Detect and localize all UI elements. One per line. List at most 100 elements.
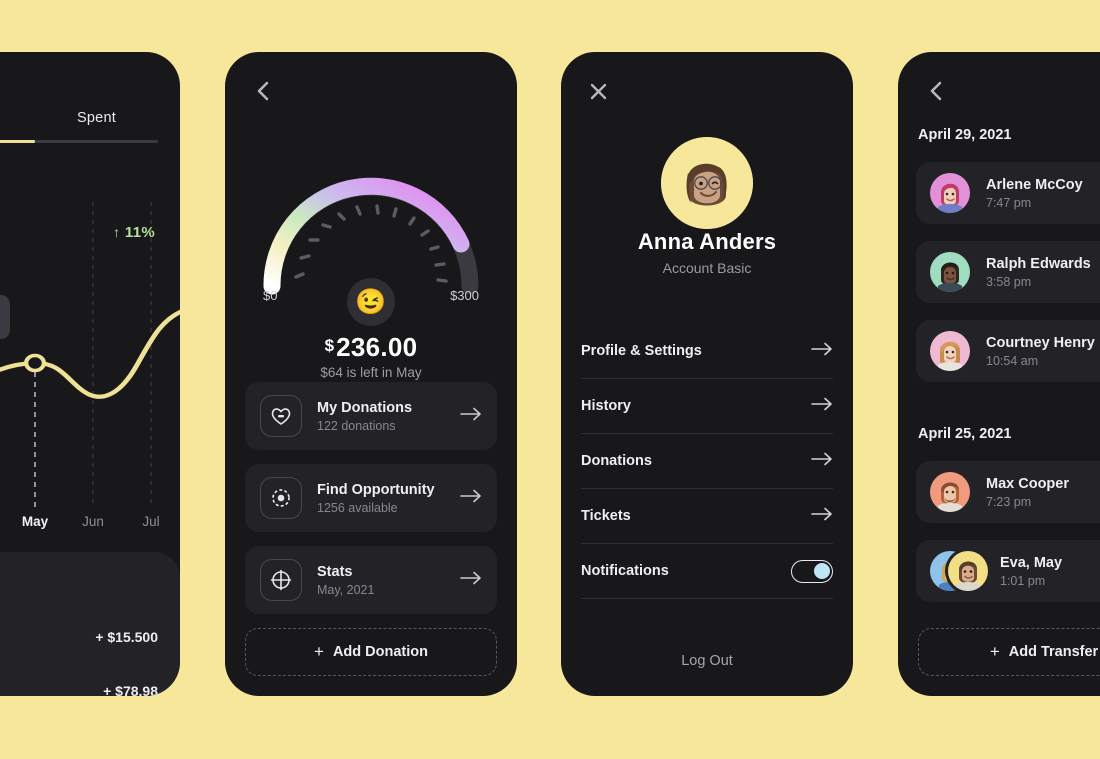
menu-item-profile-settings[interactable]: Profile & Settings (581, 324, 833, 379)
contact-time: 7:47 pm (986, 195, 1032, 210)
arrow-right-icon[interactable] (460, 489, 482, 508)
list-item[interactable]: Eva, May 1:01 pm (916, 540, 1100, 602)
chart-gridlines (92, 202, 152, 507)
chart-data-point-may (24, 353, 46, 373)
arrow-right-icon[interactable] (811, 342, 833, 361)
menu-item-history[interactable]: History (581, 379, 833, 434)
arrow-right-icon[interactable] (811, 397, 833, 416)
avatar-group (930, 551, 988, 591)
list-item-text: Courtney Henry 10:54 am (986, 335, 1095, 368)
page-title: Anna Anders (637, 229, 777, 254)
transaction-amount: + $15.500 (95, 628, 158, 645)
phone-screen-budget: 😉 $0 $300 $236.00 $64 is left in May My … (225, 52, 517, 696)
list-item-subtitle: 122 donations (317, 418, 396, 433)
list-item-title: Stats (317, 563, 353, 580)
contact-avatar-primary (948, 551, 988, 591)
list-item-subtitle: May, 2021 (317, 582, 375, 597)
table-row[interactable]: Cashback 9:04 am + $78.98 (0, 674, 158, 697)
gauge-ticks (294, 204, 448, 283)
tab-indicator-track (0, 140, 158, 143)
radar-icon (260, 477, 302, 519)
contact-name: Max Cooper (986, 475, 1069, 492)
tab-spent[interactable]: Spent (35, 110, 158, 126)
plus-icon: + (989, 642, 1000, 661)
contact-avatar (930, 252, 970, 292)
logout-button[interactable]: Log Out (561, 653, 853, 669)
avatar (930, 331, 970, 371)
contact-name: Courtney Henry (986, 334, 1095, 351)
menu-item-label: Notifications (581, 563, 669, 579)
earnings-line-chart (0, 202, 180, 532)
back-button[interactable] (918, 74, 952, 108)
contact-name: Arlene McCoy (986, 176, 1083, 193)
menu-item-notifications[interactable]: Notifications (581, 544, 833, 599)
heart-icon (260, 395, 302, 437)
contact-avatar (930, 331, 970, 371)
add-donation-button[interactable]: + Add Donation (245, 628, 497, 676)
screenshot-canvas: Earned Spent ↑ 11% (0, 0, 1100, 759)
list-item-text: Find Opportunity 1256 available (317, 482, 460, 515)
chevron-left-icon (930, 81, 941, 101)
month-may[interactable]: May (6, 514, 64, 529)
arrow-right-icon[interactable] (460, 571, 482, 590)
gauge-range-labels: $0 $300 (263, 288, 479, 303)
arrow-right-icon[interactable] (811, 507, 833, 526)
menu-item-tickets[interactable]: Tickets (581, 489, 833, 544)
contact-time: 3:58 pm (986, 274, 1032, 289)
gauge-min-label: $0 (263, 288, 278, 303)
list-item-text: Stats May, 2021 (317, 564, 460, 597)
list-item[interactable]: Arlene McCoy 7:47 pm (916, 162, 1100, 224)
list-item[interactable]: Ralph Edwards 3:58 pm (916, 241, 1100, 303)
phone-screen-earnings: Earned Spent ↑ 11% (0, 52, 180, 696)
phone-screen-transfers: April 29, 2021 Arlene McCoy 7:47 pm Ralp… (898, 52, 1100, 696)
date-header: April 29, 2021 (918, 127, 1012, 143)
notifications-toggle[interactable] (791, 559, 833, 583)
list-item[interactable]: Find Opportunity 1256 available (245, 464, 497, 532)
month-jul[interactable]: Jul (122, 514, 180, 529)
gauge-max-label: $300 (450, 288, 479, 303)
menu-item-donations[interactable]: Donations (581, 434, 833, 489)
arrow-right-icon[interactable] (811, 452, 833, 471)
list-item[interactable]: Stats May, 2021 (245, 546, 497, 614)
back-button[interactable] (245, 74, 279, 108)
list-item-title: My Donations (317, 399, 413, 416)
tab-indicator-active (0, 140, 35, 143)
add-transfer-button[interactable]: + Add Transfer (918, 628, 1100, 676)
spend-gauge: 😉 (225, 148, 517, 338)
menu-item-label: Profile & Settings (581, 343, 702, 359)
arrow-right-icon[interactable] (460, 407, 482, 426)
list-item[interactable]: My Donations 122 donations (245, 382, 497, 450)
add-donation-label: Add Donation (332, 644, 428, 660)
tab-earned[interactable]: Earned (0, 110, 35, 126)
close-button[interactable] (581, 74, 615, 108)
chart-tooltip: + $15.579 May, 2021 (0, 295, 10, 339)
avatar[interactable] (661, 137, 753, 229)
chart-month-axis[interactable]: Mar Apr May Jun Jul (0, 514, 180, 529)
menu-item-label: Donations (581, 453, 652, 469)
avatar (930, 252, 970, 292)
close-icon (590, 83, 606, 99)
amount-value: 236.00 (336, 332, 418, 362)
list-item-text: Eva, May 1:01 pm (1000, 555, 1062, 588)
currency-symbol: $ (324, 336, 335, 355)
earnings-tab-bar[interactable]: Earned Spent (0, 110, 158, 126)
contact-name: Ralph Edwards (986, 255, 1091, 272)
avatar (930, 173, 970, 213)
list-item-text: Ralph Edwards 3:58 pm (986, 256, 1091, 289)
list-item-text: Arlene McCoy 7:47 pm (986, 177, 1083, 210)
list-item-text: My Donations 122 donations (317, 400, 460, 433)
list-item-text: Max Cooper 7:23 pm (986, 476, 1069, 509)
avatar (930, 472, 970, 512)
gauge-progress (263, 177, 470, 295)
date-header: April 25, 2021 (918, 426, 1012, 442)
gauge-svg (263, 177, 479, 295)
tab-indicator-inactive (35, 140, 158, 143)
contact-time: 1:01 pm (1000, 573, 1046, 588)
list-item-subtitle: 1256 available (317, 500, 398, 515)
memoji-avatar (661, 137, 753, 229)
list-item[interactable]: Max Cooper 7:23 pm (916, 461, 1100, 523)
table-row[interactable]: Salary 11:20 am + $15.500 (0, 620, 158, 653)
menu-item-label: Tickets (581, 508, 631, 524)
month-jun[interactable]: Jun (64, 514, 122, 529)
list-item[interactable]: Courtney Henry 10:54 am (916, 320, 1100, 382)
